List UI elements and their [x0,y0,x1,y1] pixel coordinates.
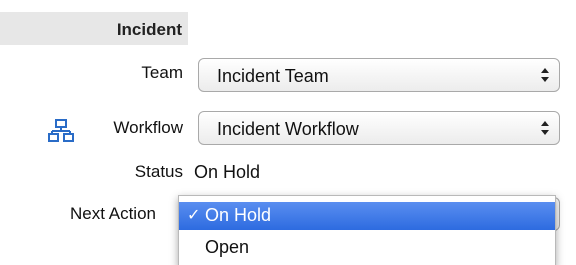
section-title: Incident [116,20,182,39]
dropdown-option-label: On Hold [205,205,272,225]
status-value: On Hold [194,162,261,182]
workflow-diagram-icon [48,119,74,142]
workflow-label: Workflow [113,118,183,137]
next-action-dropdown-menu: ✓ On Hold Open [178,195,556,265]
next-action-label: Next Action [70,204,156,223]
dropdown-option-on-hold[interactable]: ✓ On Hold [179,202,555,230]
dropdown-option-label: Open [205,237,250,257]
workflow-select[interactable]: Incident Workflow [198,111,560,145]
select-arrows-icon [541,121,549,135]
incident-form: Incident Team Incident Team Workflow Inc… [0,0,576,265]
team-label: Team [141,63,183,82]
status-label: Status [134,162,183,181]
checkmark-icon: ✓ [187,207,201,224]
dropdown-option-open[interactable]: Open [179,234,555,262]
team-select[interactable]: Incident Team [198,58,560,92]
section-header: Incident [0,12,188,45]
team-select-value: Incident Team [217,66,329,86]
select-arrows-icon [541,68,549,82]
workflow-select-value: Incident Workflow [217,119,359,139]
